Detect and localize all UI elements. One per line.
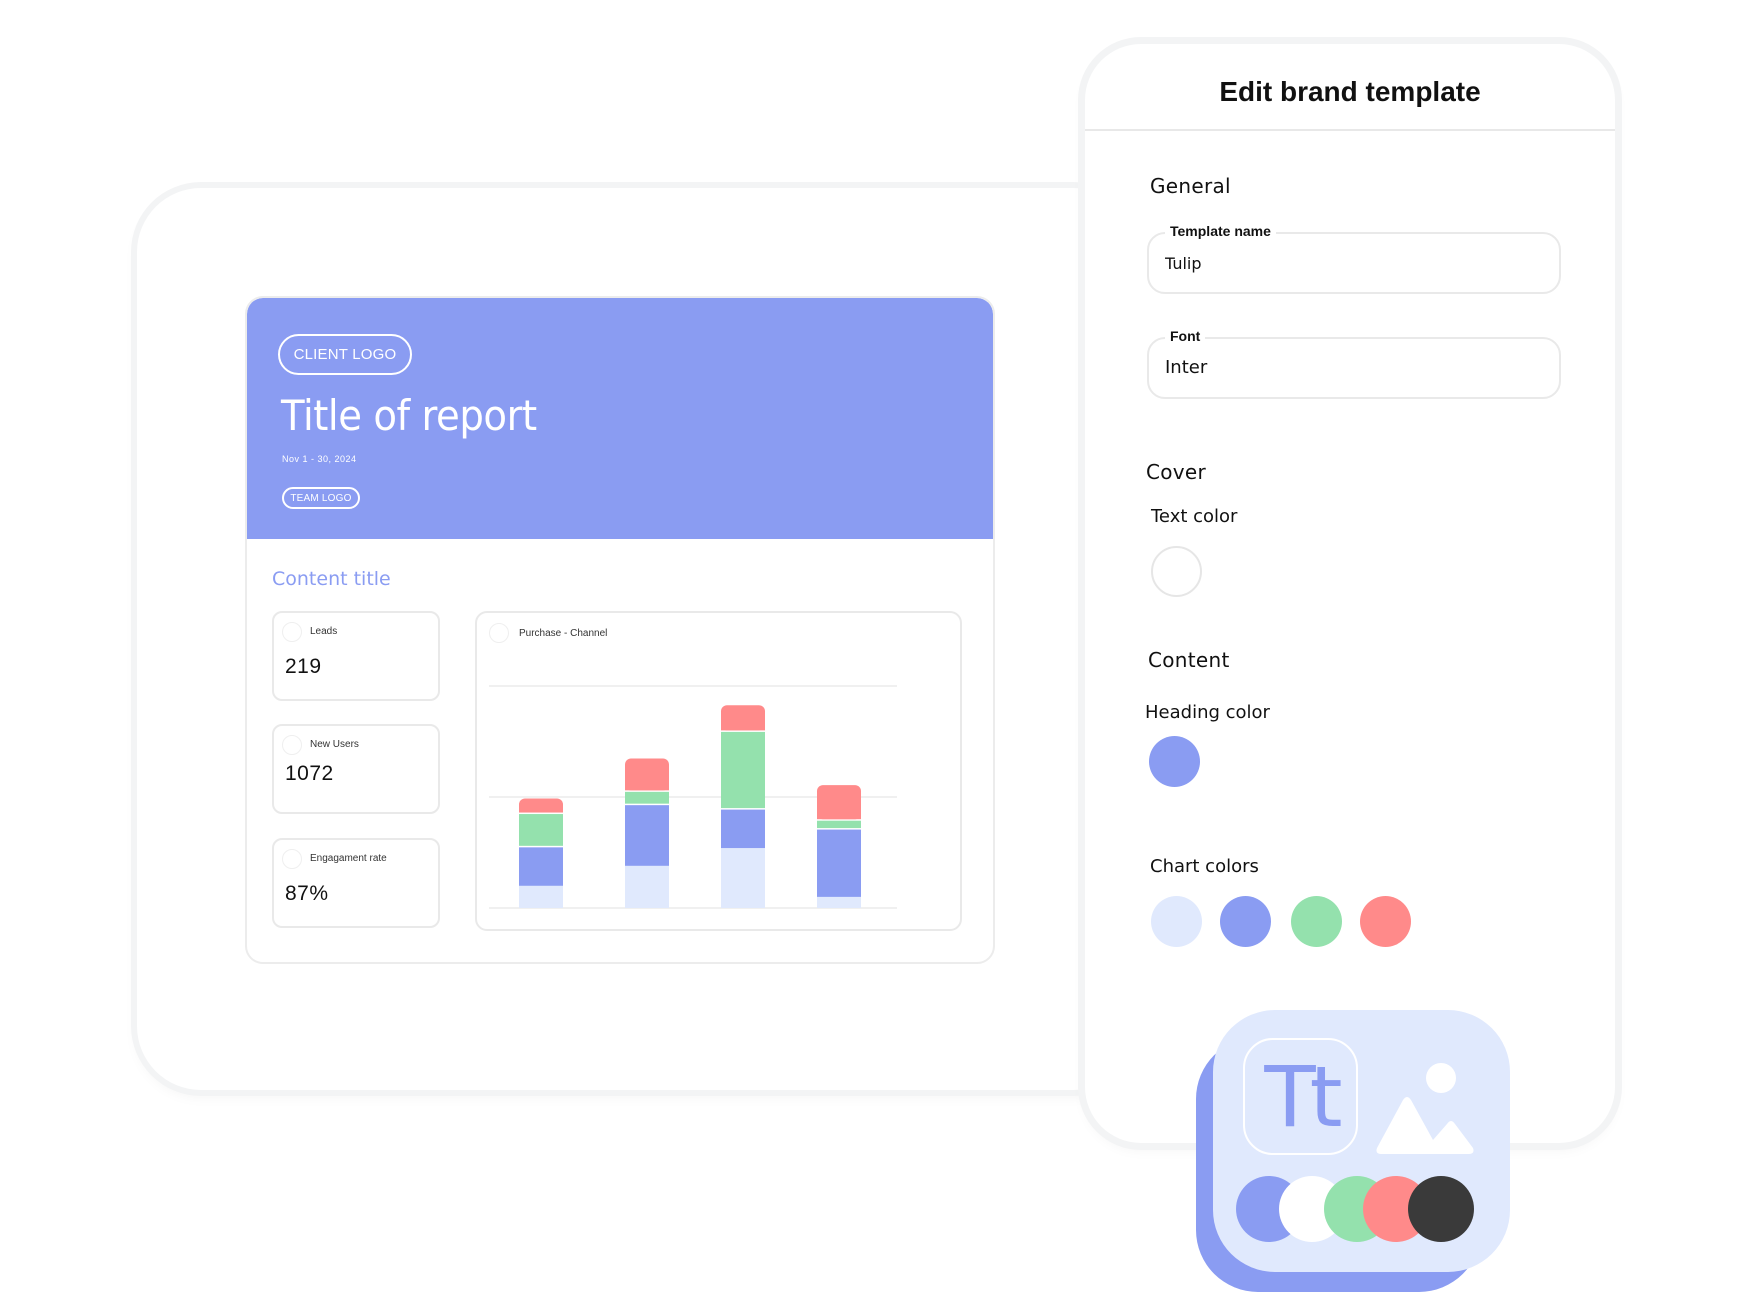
chart-color-swatch-1[interactable]: [1151, 896, 1202, 947]
bar-segment-4-3: [817, 820, 861, 829]
bar-segment-base-3: [721, 724, 765, 731]
template-name-field: Template name: [1147, 223, 1561, 294]
font-field: Font: [1147, 328, 1561, 399]
client-logo-placeholder: CLIENT LOGO: [278, 334, 412, 375]
bar-segment-1-1: [519, 885, 563, 908]
kpi-value: 219: [285, 655, 322, 678]
template-name-input[interactable]: [1165, 254, 1535, 273]
edit-brand-template-panel: Edit brand template General Template nam…: [1085, 44, 1615, 1143]
bar-segment-1-2: [519, 847, 563, 886]
bar-segment-1-3: [519, 814, 563, 846]
kpi-card-engagement-rate: Engagament rate 87%: [272, 838, 440, 928]
kpi-value: 87%: [285, 882, 329, 905]
bar-segment-3-3: [721, 731, 765, 809]
bar-segment-base-1: [519, 806, 563, 813]
chart-color-swatch-2[interactable]: [1220, 896, 1271, 947]
kpi-icon-placeholder: [282, 735, 302, 755]
chart-card-purchase-channel: Purchase - Channel: [475, 611, 962, 931]
text-color-swatch[interactable]: [1151, 546, 1202, 597]
chart-color-swatch-4[interactable]: [1360, 896, 1411, 947]
heading-color-swatch[interactable]: [1149, 736, 1200, 787]
panel-title: Edit brand template: [1219, 76, 1481, 107]
bar-segment-3-2: [721, 809, 765, 849]
bar-segment-4-1: [817, 896, 861, 908]
kpi-label: Leads: [310, 626, 338, 637]
bar-segment-base-2: [625, 784, 669, 791]
bar-segment-2-2: [625, 805, 669, 866]
brand-app-icon: Tt: [1213, 1010, 1510, 1272]
bar-segment-4-2: [817, 829, 861, 897]
kpi-label: Engagament rate: [310, 853, 387, 864]
bar-segment-2-1: [625, 865, 669, 908]
panel-divider: [1085, 129, 1615, 131]
report-preview: CLIENT LOGO Title of report Nov 1 - 30, …: [245, 296, 995, 964]
kpi-icon-placeholder: [282, 849, 302, 869]
font-label: Font: [1165, 328, 1206, 344]
kpi-card-leads: Leads 219: [272, 611, 440, 701]
palette-dot-5: [1408, 1176, 1474, 1242]
report-cover: CLIENT LOGO Title of report Nov 1 - 30, …: [247, 298, 993, 539]
bar-segment-3-1: [721, 848, 765, 908]
content-title: Content title: [272, 568, 391, 590]
text-color-label: Text color: [1151, 506, 1238, 527]
font-input[interactable]: [1165, 357, 1535, 378]
kpi-label: New Users: [310, 739, 359, 750]
report-title: Title of report: [281, 391, 537, 440]
section-general-heading: General: [1150, 174, 1231, 198]
bar-segment-2-3: [625, 791, 669, 804]
kpi-card-new-users: New Users 1072: [272, 724, 440, 814]
chart-colors-label: Chart colors: [1150, 856, 1259, 877]
stacked-bar-chart: [489, 685, 897, 909]
color-palette-icon: [1213, 1010, 1510, 1272]
heading-color-label: Heading color: [1145, 702, 1270, 723]
section-cover-heading: Cover: [1146, 460, 1207, 484]
template-name-label: Template name: [1165, 223, 1276, 239]
kpi-icon-placeholder: [282, 622, 302, 642]
report-date-range: Nov 1 - 30, 2024: [282, 454, 357, 464]
chart-color-swatch-3[interactable]: [1291, 896, 1342, 947]
kpi-value: 1072: [285, 762, 334, 785]
section-content-heading: Content: [1148, 648, 1230, 672]
team-logo-placeholder: TEAM LOGO: [282, 487, 360, 509]
bar-segment-base-4: [817, 813, 861, 820]
